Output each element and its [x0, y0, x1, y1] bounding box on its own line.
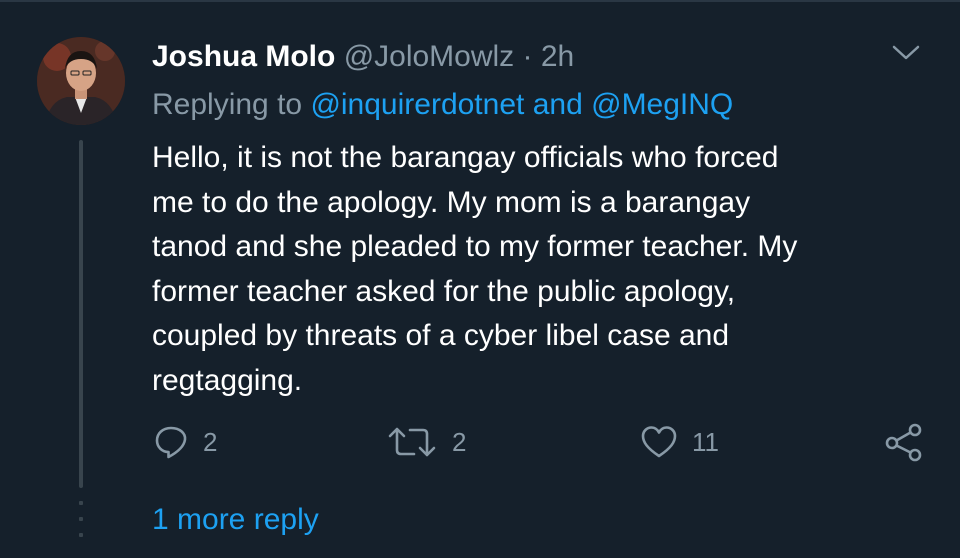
share-button[interactable]	[884, 420, 924, 464]
top-divider	[0, 0, 960, 2]
retweet-button[interactable]: 2	[386, 420, 466, 464]
tweet-actions: 2 2 11	[0, 420, 960, 464]
user-handle[interactable]: @JoloMowlz	[344, 40, 515, 73]
avatar[interactable]	[37, 37, 125, 125]
mention-inquirerdotnet[interactable]: @inquirerdotnet	[310, 88, 524, 121]
chevron-down-icon[interactable]	[888, 38, 924, 66]
tweet-text: Hello, it is not the barangay officials …	[152, 141, 798, 397]
mention-meginq[interactable]: @MegINQ	[591, 88, 733, 121]
thread-dots	[78, 501, 84, 537]
retweet-icon	[388, 427, 436, 457]
avatar-image	[37, 37, 125, 125]
retweet-count: 2	[452, 426, 467, 457]
like-button[interactable]: 11	[640, 420, 719, 464]
tweet-screen: Joshua Molo @JoloMowlz · 2h Replying to …	[0, 0, 960, 558]
more-replies-link[interactable]: 1 more reply	[152, 500, 319, 540]
share-icon	[885, 423, 922, 462]
separator-dot: ·	[522, 40, 533, 73]
reply-button[interactable]: 2	[153, 420, 217, 464]
display-name[interactable]: Joshua Molo	[152, 40, 335, 73]
timestamp[interactable]: 2h	[541, 40, 574, 73]
heart-icon	[641, 426, 677, 458]
mention-and[interactable]: and	[533, 88, 583, 121]
thread-dot	[79, 517, 83, 521]
replying-prefix: Replying to	[152, 88, 303, 121]
reply-icon	[155, 426, 187, 459]
like-count: 11	[692, 426, 719, 457]
thread-dot	[79, 501, 83, 505]
thread-dot	[79, 533, 83, 537]
replying-to: Replying to @inquirerdotnet and @MegINQ	[152, 86, 733, 124]
reply-count: 2	[203, 426, 218, 457]
tweet-header: Joshua Molo @JoloMowlz · 2h	[152, 38, 574, 76]
